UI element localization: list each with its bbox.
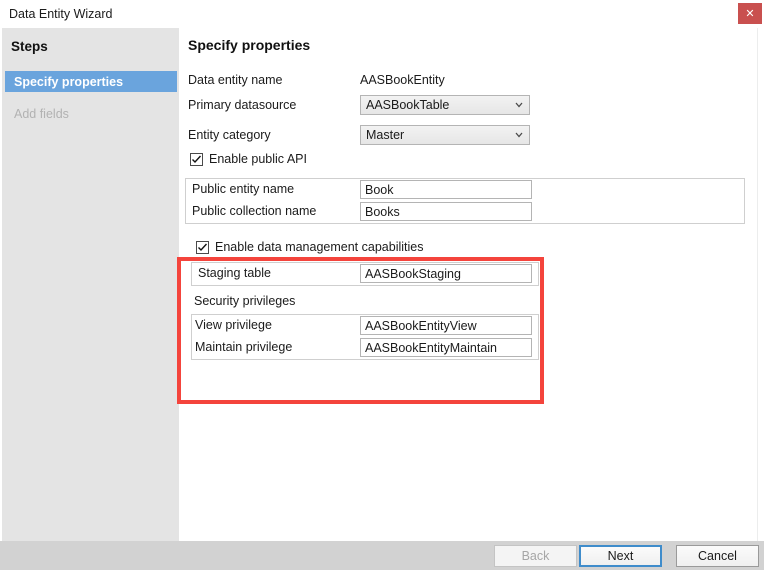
row-public-collection-name: Public collection name [186,201,744,223]
public-entity-name-input[interactable] [360,180,532,199]
properties-form: Data entity name AASBookEntity Primary d… [185,70,745,360]
data-entity-name-value: AASBookEntity [360,73,445,87]
row-entity-category: Entity category Master [185,121,745,150]
primary-datasource-value: AASBookTable [366,98,450,112]
sidebar-item-label: Specify properties [14,74,124,89]
enable-data-management-label: Enable data management capabilities [215,240,424,254]
sidebar-item-specify-properties[interactable]: Specify properties [5,71,177,92]
window-title: Data Entity Wizard [9,7,113,21]
checkmark-icon [198,243,207,252]
maintain-privilege-label: Maintain privilege [195,340,293,354]
next-button[interactable]: Next [579,545,662,567]
row-staging-table: Staging table [192,263,538,285]
entity-category-select[interactable]: Master [360,125,530,145]
chevron-down-icon [515,131,523,139]
security-privileges-header: Security privileges [191,286,745,314]
public-entity-name-label: Public entity name [192,182,295,196]
staging-table-label: Staging table [198,266,271,280]
close-button[interactable]: ✕ [738,3,762,24]
row-data-entity-name: Data entity name AASBookEntity [185,70,745,94]
row-maintain-privilege: Maintain privilege [192,337,538,359]
row-enable-public-api: Enable public API [185,150,745,178]
security-privileges-label: Security privileges [194,294,296,308]
back-button: Back [494,545,577,567]
public-names-group: Public entity name Public collection nam… [185,178,745,224]
sidebar-item-add-fields: Add fields [5,103,177,124]
steps-sidebar: Steps Specify properties Add fields [2,28,179,541]
enable-data-management-checkbox[interactable] [196,241,209,254]
window-body: Steps Specify properties Add fields Spec… [0,28,764,570]
staging-table-input[interactable] [360,264,532,283]
sidebar-heading: Steps [11,39,48,54]
enable-public-api-label: Enable public API [209,152,307,166]
primary-datasource-label: Primary datasource [188,98,297,112]
enable-public-api-checkbox[interactable] [190,153,203,166]
close-icon: ✕ [745,7,755,20]
row-enable-data-management: Enable data management capabilities [185,236,745,262]
data-entity-name-label: Data entity name [188,73,283,87]
primary-datasource-select[interactable]: AASBookTable [360,95,530,115]
row-public-entity-name: Public entity name [186,179,744,201]
view-privilege-label: View privilege [195,318,272,332]
content-panel: Specify properties Data entity name AASB… [179,28,757,541]
checkmark-icon [192,155,201,164]
staging-table-group: Staging table [191,262,539,286]
dialog-footer: Back Next Cancel [0,541,764,570]
entity-category-value: Master [366,128,405,142]
public-collection-name-input[interactable] [360,202,532,221]
public-collection-name-label: Public collection name [192,204,317,218]
chevron-down-icon [515,101,523,109]
view-privilege-input[interactable] [360,316,532,335]
sidebar-item-label: Add fields [14,106,69,121]
window-title-bar: Data Entity Wizard ✕ [0,0,764,28]
page-title: Specify properties [188,37,311,53]
cancel-button[interactable]: Cancel [676,545,759,567]
row-primary-datasource: Primary datasource AASBookTable [185,94,745,121]
security-privileges-group: View privilege Maintain privilege [191,314,539,360]
row-view-privilege: View privilege [192,315,538,337]
maintain-privilege-input[interactable] [360,338,532,357]
entity-category-label: Entity category [188,128,271,142]
